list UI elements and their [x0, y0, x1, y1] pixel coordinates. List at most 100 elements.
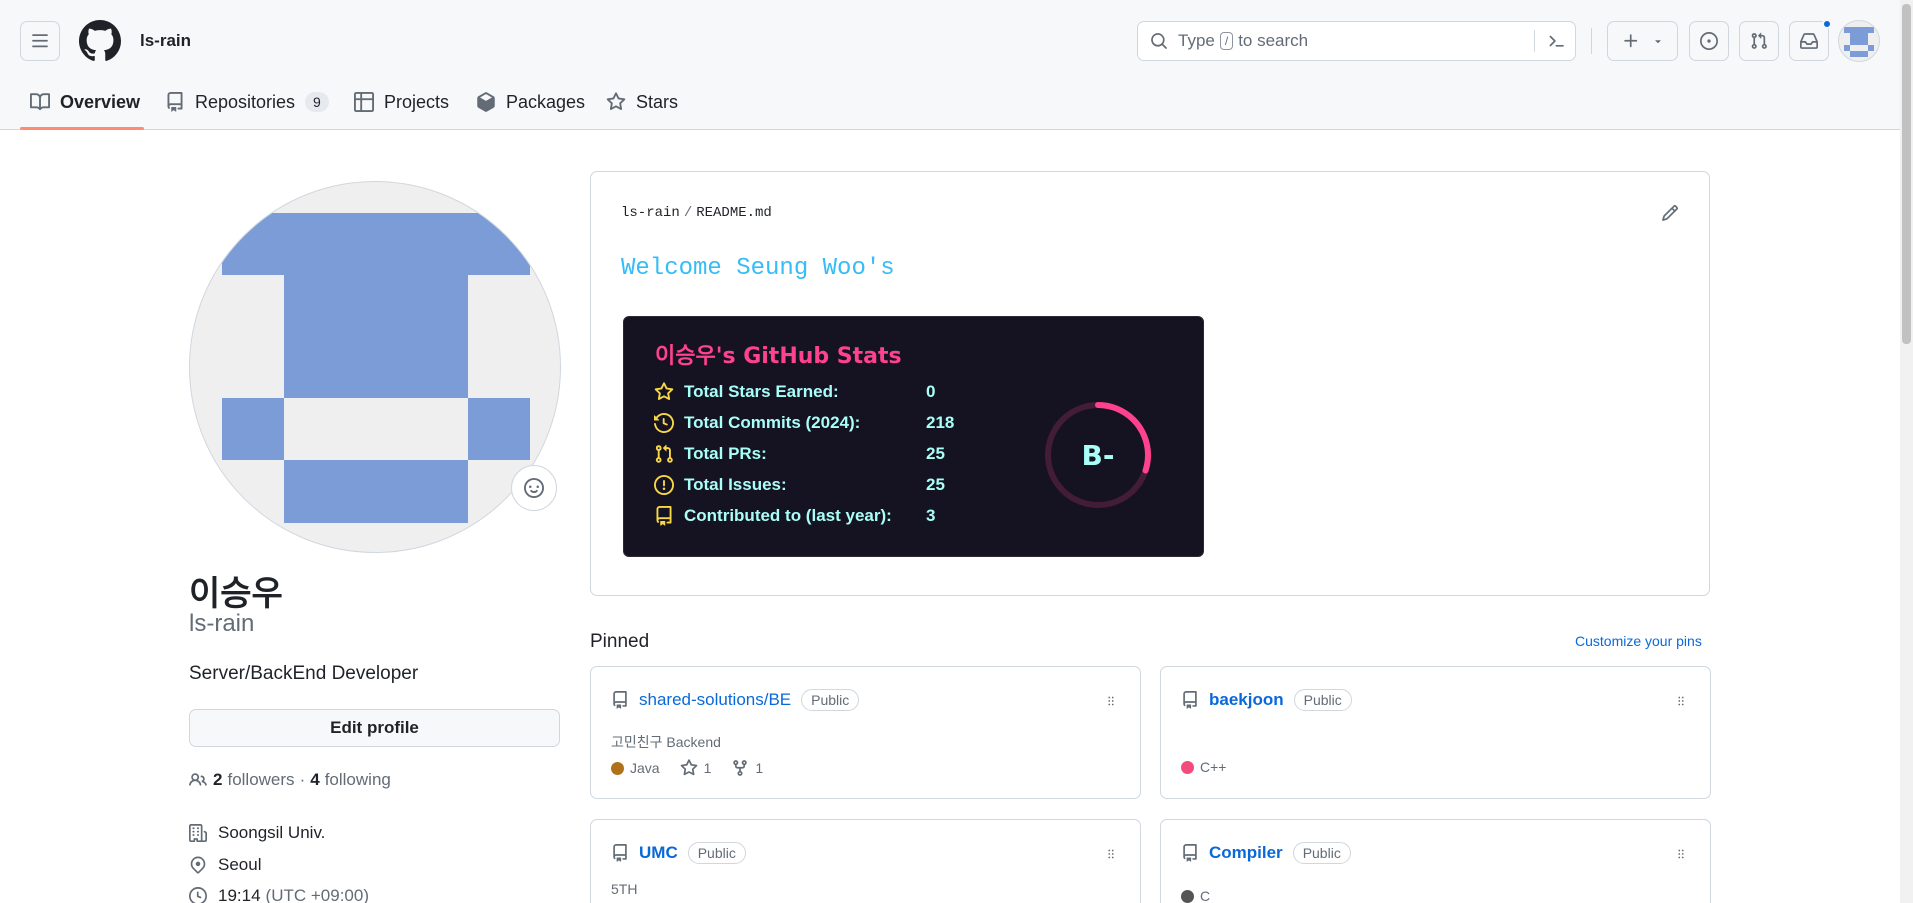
command-palette-icon[interactable] — [1547, 32, 1565, 50]
stat-row-commits: Total Commits (2024): 218 — [654, 411, 986, 435]
repo-icon — [1183, 844, 1197, 862]
search-input[interactable]: Type / to search — [1137, 21, 1576, 61]
stat-label: Total Commits (2024): — [684, 413, 861, 432]
tab-repositories[interactable]: Repositories 9 — [165, 86, 329, 118]
language-color-dot — [1181, 760, 1194, 774]
tab-packages-label: Packages — [506, 91, 586, 112]
issue-icon — [654, 475, 674, 495]
tab-packages[interactable]: Packages — [476, 86, 585, 118]
set-status-button[interactable] — [511, 465, 557, 511]
search-divider — [1534, 30, 1535, 52]
grabber-icon[interactable] — [1104, 693, 1118, 709]
notification-dot — [1822, 19, 1832, 29]
github-logo-icon[interactable] — [79, 20, 121, 62]
stat-label: Total Stars Earned: — [684, 382, 839, 401]
user-avatar-button[interactable] — [1838, 20, 1880, 62]
follow-separator: · — [299, 770, 306, 789]
tab-stars[interactable]: Stars — [606, 86, 678, 118]
stat-value: 0 — [926, 382, 936, 401]
repo-icon — [1183, 691, 1197, 709]
repo-forks-link[interactable]: 1 — [731, 759, 763, 777]
stat-value: 218 — [926, 413, 955, 432]
triangle-down-icon — [1654, 40, 1661, 44]
plus-icon — [1623, 34, 1637, 48]
stat-label: Contributed to (last year): — [684, 506, 892, 525]
repo-description: 고민친구 Backend — [611, 734, 721, 750]
breadcrumb-separator: / — [683, 205, 693, 221]
local-time: 19:14 — [218, 886, 261, 903]
menu-button[interactable] — [20, 21, 60, 61]
followers-link[interactable]: 2 followers — [213, 770, 295, 790]
profile-login: ls-rain — [189, 610, 255, 637]
repo-name-link[interactable]: UMC — [639, 843, 678, 863]
smiley-icon — [524, 478, 544, 498]
pinned-repo-card: UMC Public 5TH — [590, 819, 1141, 903]
language-color-dot — [1181, 889, 1194, 903]
issue-opened-icon — [1700, 32, 1718, 50]
visibility-badge: Public — [801, 689, 860, 711]
global-header: ls-rain Type / to search Overview Reposi… — [0, 0, 1900, 130]
repo-icon — [613, 844, 627, 862]
readme-filename[interactable]: README.md — [696, 205, 772, 221]
repo-stars-link[interactable]: 1 — [680, 759, 711, 777]
pinned-heading: Pinned — [590, 631, 650, 652]
stat-value: 25 — [926, 444, 945, 463]
star-icon — [680, 759, 697, 776]
search-placeholder-end: to search — [1238, 31, 1309, 50]
profile-organization: Soongsil Univ. — [189, 823, 325, 843]
stat-value: 25 — [926, 475, 945, 494]
customize-pins-link[interactable]: Customize your pins — [1575, 633, 1702, 649]
fork-icon — [733, 760, 748, 776]
location-name: Seoul — [218, 855, 262, 874]
organization-icon — [189, 824, 207, 842]
scrollbar-thumb[interactable] — [1902, 4, 1911, 344]
context-username[interactable]: ls-rain — [140, 31, 191, 51]
repo-icon — [613, 691, 627, 709]
location-icon — [190, 856, 206, 874]
history-icon — [654, 413, 674, 433]
repo-name-link[interactable]: baekjoon — [1209, 690, 1284, 710]
stat-row-stars: Total Stars Earned: 0 — [654, 380, 986, 404]
star-icon — [606, 92, 626, 111]
tab-projects[interactable]: Projects — [354, 86, 449, 118]
pinned-repo-card: baekjoon Public C++ — [1160, 666, 1711, 799]
tab-stars-label: Stars — [636, 91, 679, 112]
visibility-badge: Public — [1293, 689, 1352, 711]
tab-overview[interactable]: Overview — [30, 86, 140, 118]
following-link[interactable]: 4 following — [310, 770, 391, 790]
profile-local-time: 19:14 (UTC +09:00) — [189, 886, 369, 903]
timezone: (UTC +09:00) — [265, 886, 369, 903]
create-new-button[interactable] — [1607, 21, 1678, 61]
repositories-count: 9 — [305, 92, 329, 112]
edit-profile-button[interactable]: Edit profile — [189, 709, 560, 747]
search-shortcut-key: / — [1219, 32, 1234, 50]
tab-overview-label: Overview — [60, 91, 141, 112]
follow-stats: 2 followers · 4 following — [189, 770, 391, 790]
tab-repositories-label: Repositories — [195, 91, 296, 112]
package-icon — [477, 92, 495, 112]
visibility-badge: Public — [687, 842, 746, 864]
repo-language: C++ — [1181, 759, 1226, 775]
grabber-icon[interactable] — [1674, 846, 1688, 862]
profile-avatar[interactable] — [189, 181, 561, 553]
readme-owner[interactable]: ls-rain — [621, 205, 680, 221]
header-divider — [1591, 28, 1592, 54]
readme-welcome-heading: Welcome Seung Woo's — [621, 255, 895, 282]
pull-requests-button[interactable] — [1739, 21, 1779, 61]
repo-name-link[interactable]: Compiler — [1209, 843, 1283, 863]
grabber-icon[interactable] — [1674, 693, 1688, 709]
stat-label: Total Issues: — [684, 475, 787, 494]
stat-row-prs: Total PRs: 25 — [654, 442, 986, 466]
inbox-icon — [1800, 33, 1818, 49]
issues-button[interactable] — [1689, 21, 1729, 61]
repo-name-link[interactable]: shared-solutions/BE — [639, 690, 791, 710]
pencil-icon — [1662, 205, 1678, 221]
rank-grade: B- — [1081, 438, 1115, 472]
profile-fullname: 이승우 — [189, 574, 283, 614]
people-icon — [189, 773, 207, 786]
edit-readme-button[interactable] — [1661, 204, 1679, 222]
repo-icon — [167, 92, 183, 112]
grabber-icon[interactable] — [1104, 846, 1118, 862]
repo-description: 5TH — [611, 881, 638, 897]
active-tab-indicator — [20, 127, 144, 130]
